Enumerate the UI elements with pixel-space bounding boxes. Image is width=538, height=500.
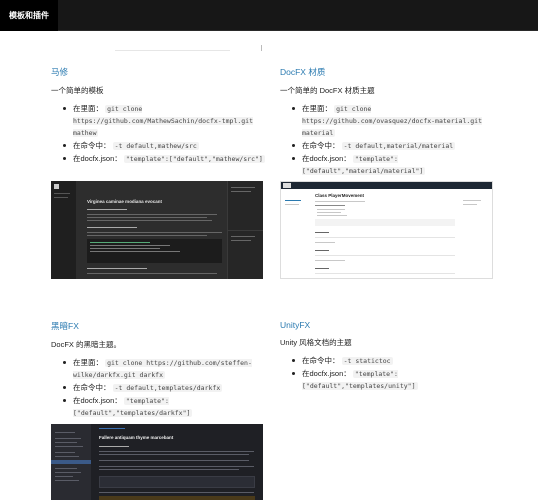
code-snippet: -t default,templates/darkfx [112,384,223,392]
card-title[interactable]: UnityFX [280,320,495,330]
card-description: DocFX 的黑暗主题。 [51,340,122,349]
screenshot-heading: Virginea caminae modiana evocant [87,199,162,204]
card-title[interactable]: 马修 [51,66,266,78]
install-list: 在里面： git clone https://github.com/Mathew… [51,103,266,165]
card-title[interactable]: DocFX 材质 [280,66,495,78]
card-title[interactable]: 黑暗FX [51,320,266,332]
install-step: 在docfx.json： "template":["default","math… [63,153,266,165]
darkfx-theme-screenshot: Fallere antiquam thyme marcebant [51,424,263,500]
card-description: Unity 风格文档的主题 [280,338,352,347]
card-description: 一个简单的模板 [51,86,104,95]
template-card-darkfx: 黑暗FX DocFX 的黑暗主题。 在里面： git clone https:/… [51,320,266,420]
install-step: 在docfx.json： "template":["default","temp… [292,368,495,392]
install-step: 在命令中： -t default,mathew/src [63,140,266,152]
divider-tick [261,45,262,51]
divider [115,45,230,51]
template-card-unityfx: UnityFX Unity 风格文档的主题 在命令中： -t statictoс… [280,320,495,393]
card-description: 一个简单的 DocFX 材质主题 [280,86,375,95]
install-step: 在命令中： -t default,templates/darkfx [63,382,266,394]
install-step: 在里面： git clone https://github.com/ovasqu… [292,103,495,139]
screenshot-heading: Class PlayerMovement [315,193,365,198]
code-snippet: -t default,material/material [341,142,456,150]
material-theme-screenshot: Class PlayerMovement [280,181,493,279]
install-step: 在命令中： -t statictoс [292,355,495,367]
code-snippet: -t default,mathew/src [112,142,199,150]
nav-tab-templates[interactable]: 模板和插件 [0,0,58,31]
screenshot-heading: Fallere antiquam thyme marcebant [99,435,174,440]
template-card-mathew: 马修 一个简单的模板 在里面： git clone https://github… [51,66,266,166]
install-step: 在docfx.json： "template":["default","temp… [63,395,266,419]
install-list: 在命令中： -t statictoс 在docfx.json： "templat… [280,355,495,392]
install-step: 在命令中： -t default,material/material [292,140,495,152]
mathew-theme-screenshot: Virginea caminae modiana evocant [51,181,263,279]
install-step: 在里面： git clone https://github.com/steffe… [63,357,266,381]
install-step: 在docfx.json： "template":["default","mate… [292,153,495,177]
code-snippet: -t statictoс [341,357,393,365]
top-navbar: 模板和插件 [0,0,538,31]
template-card-material: DocFX 材质 一个简单的 DocFX 材质主题 在里面： git clone… [280,66,495,178]
install-list: 在里面： git clone https://github.com/ovasqu… [280,103,495,177]
code-snippet: "template":["default","mathew/src"] [123,155,265,163]
install-list: 在里面： git clone https://github.com/steffe… [51,357,266,419]
install-step: 在里面： git clone https://github.com/Mathew… [63,103,266,139]
